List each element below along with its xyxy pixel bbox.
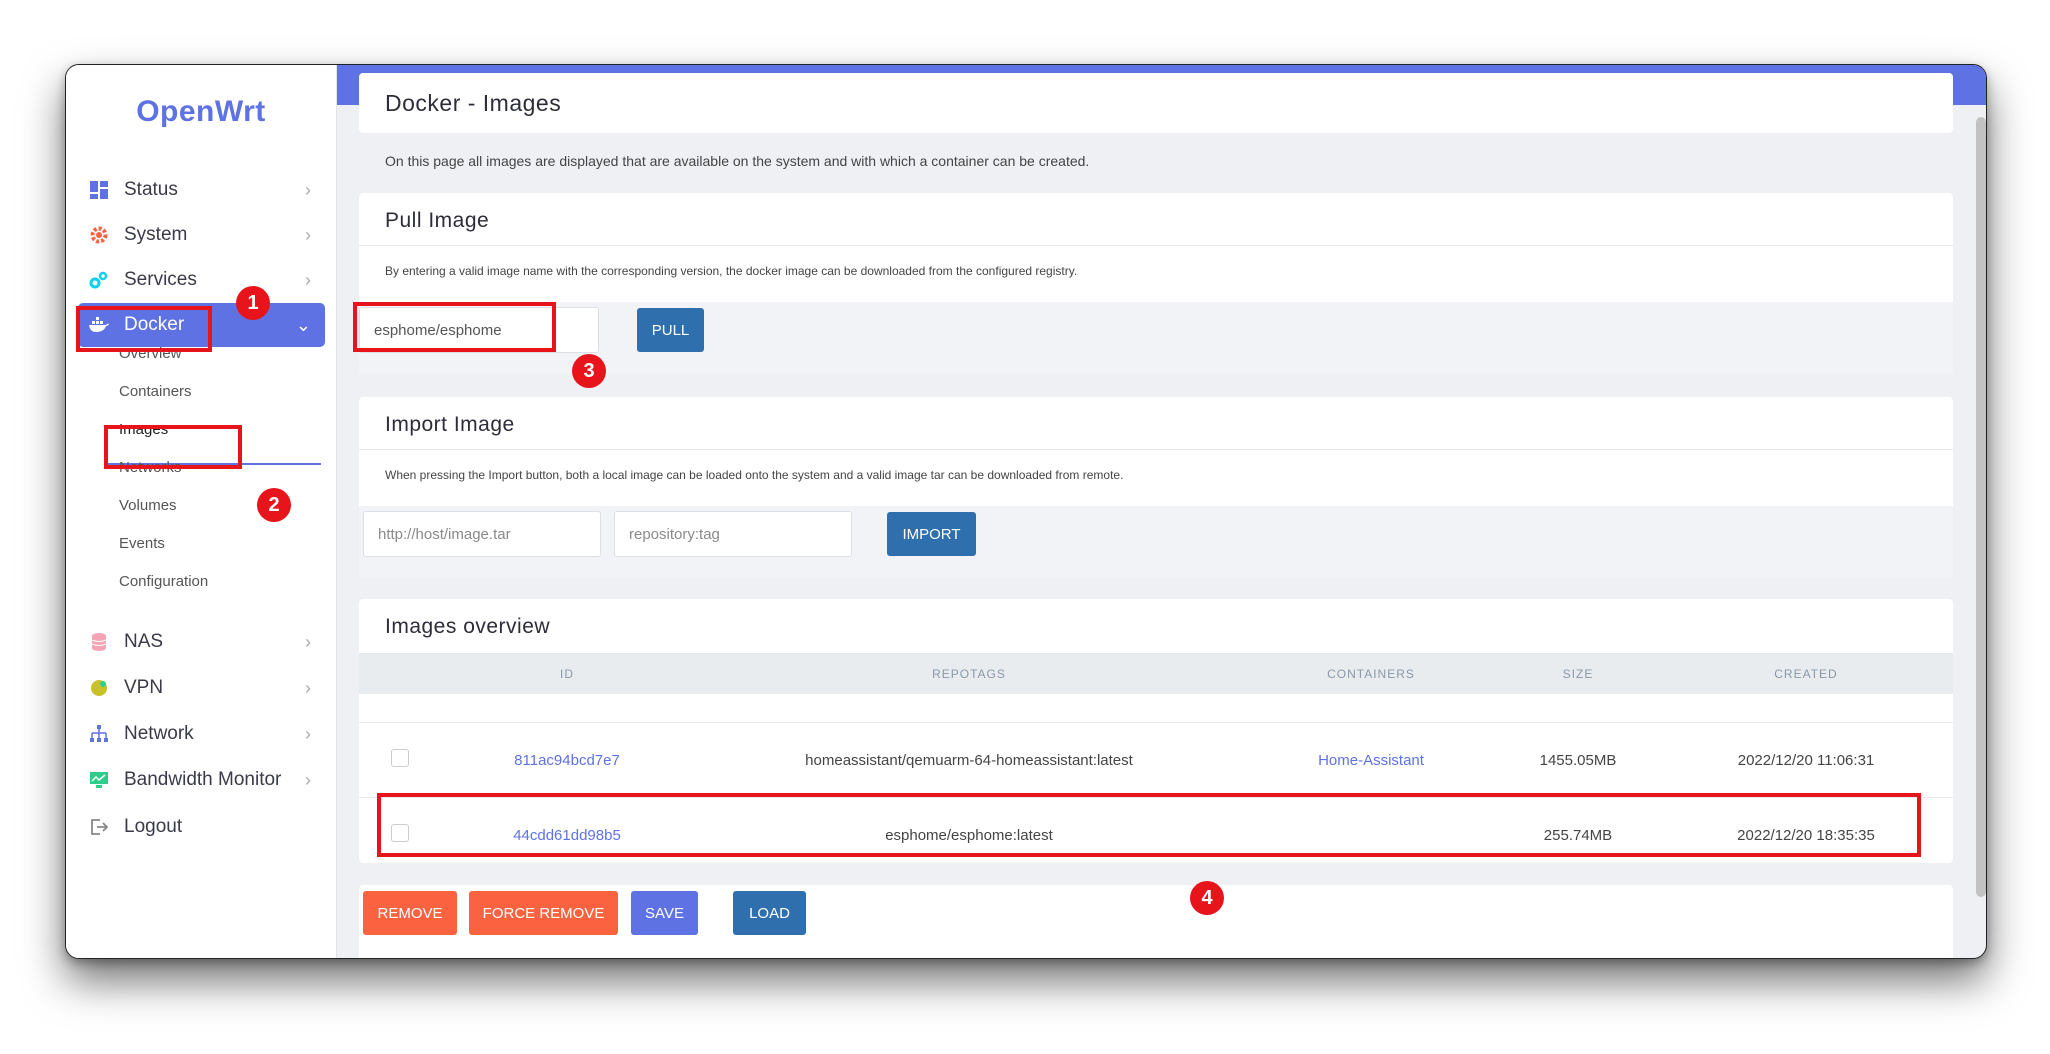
annotation-badge: 2 [257,488,291,522]
section-title: Images overview [359,599,1953,654]
image-created: 2022/12/20 11:06:31 [1659,722,1953,798]
remove-button[interactable]: REMOVE [363,891,457,935]
sub-item-networks[interactable]: Networks [119,459,182,476]
table-spacer-row [359,694,1953,723]
import-tag-input[interactable] [614,511,852,557]
nav-label: NAS [124,631,164,652]
col-header: CONTAINERS [1245,654,1497,694]
import-form: IMPORT [359,506,1953,578]
image-repotags: esphome/esphome:latest [693,797,1245,872]
image-id-link[interactable]: 811ac94bcd7e7 [514,752,620,769]
nav-item-system[interactable]: System › [78,213,325,257]
images-table: ID REPOTAGS CONTAINERS SIZE CREATED 811a… [359,654,1953,872]
pull-image-input[interactable] [359,307,599,353]
scrollbar[interactable] [1976,117,1986,897]
globe-icon [88,677,110,699]
nav-label: Network [124,723,194,744]
sub-item-overview[interactable]: Overview [119,345,182,362]
table-row: 44cdd61dd98b5 esphome/esphome:latest 255… [359,797,1953,872]
section-title: Import Image [359,397,1953,450]
nav-label: Logout [124,816,183,837]
force-remove-button[interactable]: FORCE REMOVE [469,891,618,935]
col-header: SIZE [1497,654,1659,694]
page-title: Docker - Images [385,89,562,116]
import-image-card: Import Image When pressing the Import bu… [359,397,1953,578]
image-repotags: homeassistant/qemuarm-64-homeassistant:l… [693,722,1245,798]
import-button[interactable]: IMPORT [887,512,976,556]
annotation-badge: 4 [1190,881,1224,915]
row-checkbox[interactable] [391,749,409,767]
database-icon [88,631,110,653]
nav-item-nas[interactable]: NAS › [78,620,325,664]
col-header: REPOTAGS [693,654,1245,694]
chevron-right-icon: › [305,723,311,744]
app-window: OpenWrt Status › System › Services › Doc… [65,64,1987,959]
chevron-right-icon: › [305,769,311,790]
nav-label: Bandwidth Monitor [124,769,282,790]
image-created: 2022/12/20 18:35:35 [1659,797,1953,872]
image-size: 255.74MB [1497,797,1659,872]
logout-icon [88,816,110,838]
section-description: When pressing the Import button, both a … [385,468,1124,482]
nav-item-status[interactable]: Status › [78,168,325,212]
pull-button[interactable]: PULL [637,308,704,352]
import-url-input[interactable] [363,511,601,557]
chevron-right-icon: › [305,179,311,200]
image-container-link[interactable]: Home-Assistant [1318,752,1424,769]
row-checkbox[interactable] [391,824,409,842]
save-button[interactable]: SAVE [631,891,698,935]
sub-item-images[interactable]: Images [119,421,168,438]
docker-whale-icon [88,314,110,336]
page-description: On this page all images are displayed th… [385,153,1090,169]
sub-item-containers[interactable]: Containers [119,383,192,400]
gear-icon [88,224,110,246]
row-select-cell [359,722,441,798]
image-size: 1455.05MB [1497,722,1659,798]
section-title: Pull Image [359,193,1953,246]
images-overview-card: Images overview ID REPOTAGS CONTAINERS S… [359,599,1953,872]
nav-item-services[interactable]: Services › [78,258,325,302]
nav-item-docker[interactable]: Docker ⌄ [78,303,325,347]
chevron-right-icon: › [305,631,311,652]
nav-label: Docker [124,314,185,335]
nav-item-network[interactable]: Network › [78,712,325,756]
monitor-chart-icon [88,769,110,791]
nav-label: VPN [124,677,164,698]
nav-item-vpn[interactable]: VPN › [78,666,325,710]
chevron-right-icon: › [305,677,311,698]
sidebar: OpenWrt Status › System › Services › Doc… [66,65,337,958]
col-select [359,654,441,694]
pull-image-card: Pull Image By entering a valid image nam… [359,193,1953,374]
chevron-down-icon: ⌄ [295,314,311,335]
sub-item-configuration[interactable]: Configuration [119,573,208,590]
brand-logo[interactable]: OpenWrt [66,95,336,129]
sub-item-events[interactable]: Events [119,535,165,552]
page-title-card: Docker - Images [359,73,1953,133]
actions-card: REMOVE FORCE REMOVE SAVE LOAD [359,885,1953,958]
image-id-link[interactable]: 44cdd61dd98b5 [513,827,621,844]
chevron-right-icon: › [305,269,311,290]
nav-label: System [124,224,188,245]
chevron-right-icon: › [305,224,311,245]
section-description: By entering a valid image name with the … [385,264,1078,278]
col-header: CREATED [1659,654,1953,694]
load-button[interactable]: LOAD [733,891,806,935]
dashboard-icon [88,179,110,201]
col-header: ID [441,654,693,694]
main-content: Docker - Images On this page all images … [337,65,1986,958]
sitemap-icon [88,723,110,745]
nav-item-logout[interactable]: Logout [78,805,325,849]
nav-label: Services [124,269,197,290]
annotation-badge: 1 [236,286,270,320]
row-select-cell [359,797,441,872]
nav-label: Status [124,179,178,200]
sub-item-volumes[interactable]: Volumes [119,497,177,514]
cogs-icon [88,269,110,291]
table-row: 811ac94bcd7e7 homeassistant/qemuarm-64-h… [359,722,1953,798]
nav-item-bandwidth-monitor[interactable]: Bandwidth Monitor › [78,758,325,802]
annotation-badge: 3 [572,354,606,388]
